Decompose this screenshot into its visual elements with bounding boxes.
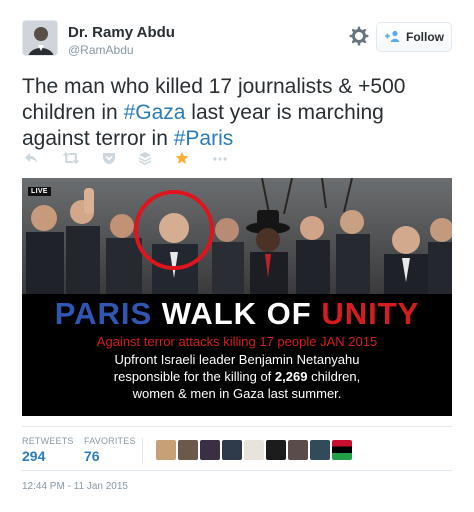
divider <box>142 438 143 464</box>
banner-title-walk-of: WALK OF <box>161 296 312 331</box>
favoriter-avatar[interactable] <box>244 440 264 460</box>
banner-title: PARIS WALK OF UNITY <box>22 295 452 333</box>
tweet-photo[interactable]: LIVE PARIS WALK OF UNITY Against terror … <box>22 178 452 416</box>
hashtag-paris[interactable]: #Paris <box>174 127 234 150</box>
hashtag-gaza[interactable]: #Gaza <box>124 101 186 124</box>
more-icon[interactable] <box>212 151 228 167</box>
user-name[interactable]: Dr. Ramy Abdu <box>68 24 175 41</box>
banner-body-line2-number: 2,269 <box>274 369 308 384</box>
gear-icon[interactable] <box>349 26 369 46</box>
banner-body-line1: Upfront Israeli leader Benjamin Netanyah… <box>114 352 360 367</box>
follow-button[interactable]: Follow <box>376 22 452 52</box>
tweet-text: The man who killed 17 journalists & +500… <box>22 74 452 152</box>
reply-icon[interactable] <box>24 151 38 167</box>
banner-title-paris: PARIS <box>54 296 153 331</box>
banner-title-unity: UNITY <box>321 296 420 331</box>
tweet-header: Dr. Ramy Abdu @RamAbdu Follow <box>22 20 452 60</box>
walk-of-unity-banner: PARIS WALK OF UNITY Against terror attac… <box>22 294 452 416</box>
tweet-stats: RETWEETS 294 FAVORITES 76 <box>22 436 452 464</box>
favorites-stat[interactable]: FAVORITES 76 <box>84 436 136 464</box>
banner-body: Upfront Israeli leader Benjamin Netanyah… <box>22 351 452 402</box>
banner-body-line2-pre: responsible for the killing of <box>113 369 275 384</box>
pocket-icon[interactable] <box>102 151 116 167</box>
banner-body-line3: women & men in Gaza last summer. <box>132 386 342 401</box>
banner-body-line2-post: children, <box>307 369 361 384</box>
avatar[interactable] <box>22 20 58 56</box>
retweet-icon[interactable] <box>62 151 80 167</box>
tweet-timestamp[interactable]: 12:44 PM - 11 Jan 2015 <box>22 481 128 492</box>
favoriter-avatar[interactable] <box>222 440 242 460</box>
divider <box>22 470 452 471</box>
live-tag: LIVE <box>28 187 51 196</box>
divider <box>22 426 452 427</box>
retweets-label: RETWEETS <box>22 436 74 446</box>
favoriter-avatar[interactable] <box>332 440 352 460</box>
banner-subtitle: Against terror attacks killing 17 people… <box>96 334 378 349</box>
tweet-actions <box>22 151 252 169</box>
favorites-count: 76 <box>84 448 100 464</box>
stack-icon[interactable] <box>138 151 152 167</box>
follow-person-icon <box>384 30 400 45</box>
follow-label: Follow <box>406 30 444 44</box>
retweets-count: 294 <box>22 448 46 464</box>
retweets-stat[interactable]: RETWEETS 294 <box>22 436 74 464</box>
banner-body-line2: responsible for the killing of 2,269 chi… <box>22 368 452 385</box>
favoriter-avatar[interactable] <box>288 440 308 460</box>
favoriter-avatar[interactable] <box>266 440 286 460</box>
favoriter-avatar[interactable] <box>200 440 220 460</box>
favoriter-avatar[interactable] <box>310 440 330 460</box>
favorites-label: FAVORITES <box>84 436 136 446</box>
favorite-star-icon[interactable] <box>175 151 189 167</box>
user-handle[interactable]: @RamAbdu <box>68 43 134 57</box>
crowd-photo <box>22 178 452 294</box>
favoriter-avatar[interactable] <box>178 440 198 460</box>
favoriter-avatar[interactable] <box>156 440 176 460</box>
